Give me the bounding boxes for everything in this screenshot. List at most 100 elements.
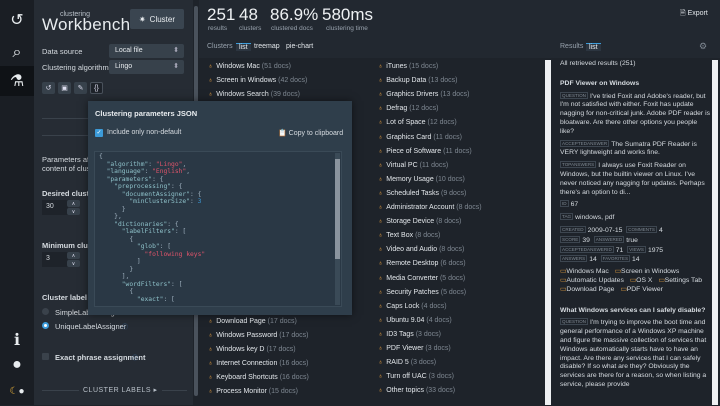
bulb-icon: ♁: [378, 373, 383, 380]
copy-to-clipboard-button[interactable]: 📋 Copy to clipboard: [278, 129, 343, 137]
search-icon[interactable]: ⌕: [0, 38, 34, 68]
increment-button[interactable]: ∧: [67, 252, 80, 259]
file-icon: 🗎: [680, 10, 686, 17]
theme-toggle[interactable]: ☾●: [0, 376, 34, 406]
algorithm-select[interactable]: Lingo: [109, 60, 184, 74]
cluster-item[interactable]: ♁Security Patches (5 docs): [378, 289, 466, 296]
cluster-item[interactable]: ♁Storage Device (8 docs): [378, 218, 461, 225]
stat-clustered-label: clustered docs: [271, 25, 313, 32]
result-cluster-link[interactable]: ▭PDF Viewer: [620, 286, 663, 293]
min-size-input[interactable]: 3: [42, 252, 68, 267]
cluster-item[interactable]: ♁RAID 5 (3 docs): [378, 359, 436, 366]
cluster-item[interactable]: ♁Remote Desktop (6 docs): [378, 260, 466, 267]
bulb-icon: ♁: [378, 148, 383, 155]
clusters-scrollbar[interactable]: [545, 60, 551, 405]
cluster-item[interactable]: ♁Windows Mac (51 docs): [208, 63, 291, 70]
clipboard-icon: 📋: [278, 130, 287, 137]
tab-treemap[interactable]: treemap: [254, 43, 280, 50]
cluster-item[interactable]: ♁Turn off UAC (3 docs): [378, 373, 454, 380]
cluster-item[interactable]: ♁Lot of Space (12 docs): [378, 119, 457, 126]
cluster-item[interactable]: ♁Screen in Windows (42 docs): [208, 77, 307, 84]
cluster-item[interactable]: ♁Scheduled Tasks (9 docs): [378, 190, 466, 197]
cluster-item[interactable]: ♁Graphics Drivers (13 docs): [378, 91, 470, 98]
cluster-item[interactable]: ♁Virtual PC (11 docs): [378, 162, 448, 169]
json-popover: Clustering parameters JSON ✓ Include onl…: [88, 101, 352, 315]
tab-results-list[interactable]: list: [586, 43, 601, 51]
logo-icon[interactable]: ↺: [0, 5, 34, 35]
bulb-icon: ♁: [378, 77, 383, 84]
increment-button[interactable]: ∧: [67, 200, 80, 207]
export-button[interactable]: 🗎 Export: [680, 9, 708, 20]
help-icon[interactable]: ⓘ: [132, 353, 138, 362]
bulb-icon: ✷: [139, 15, 146, 24]
cluster-item[interactable]: ♁Defrag (12 docs): [378, 105, 438, 112]
cluster-item[interactable]: ♁Memory Usage (10 docs): [378, 176, 465, 183]
reset-icon[interactable]: ↺: [42, 82, 55, 94]
bulb-icon: ♁: [378, 359, 383, 366]
bulb-icon: ♁: [378, 345, 383, 352]
non-default-label: Include only non-default: [107, 129, 181, 136]
cluster-item[interactable]: ♁Text Box (8 docs): [378, 232, 440, 239]
cluster-item[interactable]: ♁Internet Connection (16 docs): [208, 360, 309, 367]
cluster-item[interactable]: ♁Administrator Account (8 docs): [378, 204, 482, 211]
result-cluster-link[interactable]: ▭Settings Tab: [658, 277, 702, 284]
json-code-view[interactable]: { "algorithm": "Lingo", "language": "Eng…: [94, 151, 342, 307]
cluster-item[interactable]: ♁PDF Viewer (3 docs): [378, 345, 451, 352]
cluster-item[interactable]: ♁Graphics Card (11 docs): [378, 134, 462, 141]
decrement-button[interactable]: ∨: [67, 260, 80, 267]
cluster-item[interactable]: ♁Windows Search (39 docs): [208, 91, 300, 98]
bulb-icon: ♁: [378, 289, 383, 296]
tab-pie-chart[interactable]: pie-chart: [286, 43, 313, 50]
cluster-labels-section[interactable]: CLUSTER LABELS ▸: [79, 386, 162, 394]
tab-list[interactable]: list: [236, 43, 251, 51]
desired-count-input[interactable]: 30: [42, 200, 68, 215]
cluster-item[interactable]: ♁Piece of Software (11 docs): [378, 148, 472, 155]
bulb-icon: ♁: [208, 318, 213, 325]
bulb-icon: ♁: [378, 232, 383, 239]
radio-unique[interactable]: [42, 322, 49, 329]
result-title[interactable]: PDF Viewer on Windows: [560, 80, 710, 89]
exact-phrase-checkbox[interactable]: [42, 353, 49, 360]
cluster-item[interactable]: ♁Ubuntu 9.04 (4 docs): [378, 317, 452, 324]
json-icon[interactable]: {}: [90, 82, 103, 94]
cluster-item[interactable]: ♁Process Monitor (15 docs): [208, 388, 298, 395]
result-cluster-link[interactable]: ▭OS X: [630, 277, 653, 284]
cluster-item[interactable]: ♁Download Page (17 docs): [208, 318, 297, 325]
cluster-item[interactable]: ♁ID3 Tags (3 docs): [378, 331, 441, 338]
cluster-item[interactable]: ♁Video and Audio (8 docs): [378, 246, 464, 253]
non-default-checkbox[interactable]: ✓: [95, 129, 103, 137]
decrement-button[interactable]: ∨: [67, 208, 80, 215]
icon-bar: ↺ ⌕ ⚗ ℹ ● ☾●: [0, 0, 34, 405]
cluster-item[interactable]: ♁Caps Lock (4 docs): [378, 303, 447, 310]
cluster-item[interactable]: ♁Other topics (33 docs): [378, 387, 455, 394]
cluster-item[interactable]: ♁Backup Data (13 docs): [378, 77, 457, 84]
results-scrollbar[interactable]: [712, 60, 718, 405]
bulb-icon: ♁: [208, 332, 213, 339]
save-icon[interactable]: ▣: [58, 82, 71, 94]
cluster-item[interactable]: ♁Windows key D (17 docs): [208, 346, 296, 353]
help-icon[interactable]: ⓘ: [122, 322, 128, 331]
cluster-item[interactable]: ♁Media Converter (5 docs): [378, 275, 465, 282]
data-source-select[interactable]: Local file: [109, 44, 184, 58]
cluster-item[interactable]: ♁iTunes (15 docs): [378, 63, 438, 70]
bulb-icon: ♁: [208, 91, 213, 98]
result-cluster-link[interactable]: ▭Screen in Windows: [615, 268, 680, 275]
bulb-icon: ♁: [378, 303, 383, 310]
cluster-button[interactable]: ✷Cluster: [130, 9, 184, 29]
bulb-icon: ♁: [378, 63, 383, 70]
results-title: Results: [560, 43, 583, 50]
radio-simple[interactable]: [42, 308, 49, 315]
edit-icon[interactable]: ✎: [74, 82, 87, 94]
cluster-item[interactable]: ♁Keyboard Shortcuts (16 docs): [208, 374, 309, 381]
result-cluster-link[interactable]: ▭Download Page: [560, 286, 614, 293]
bulb-icon: ♁: [378, 91, 383, 98]
gear-icon[interactable]: ⚙: [699, 41, 707, 52]
code-scrollbar[interactable]: [335, 153, 340, 305]
bulb-icon: ♁: [208, 77, 213, 84]
result-cluster-link[interactable]: ▭Windows Mac: [560, 268, 609, 275]
stat-clustered: 86.9%: [270, 5, 318, 25]
result-title[interactable]: What Windows services can I safely disab…: [560, 307, 710, 316]
flask-icon[interactable]: ⚗: [0, 66, 34, 96]
cluster-item[interactable]: ♁Windows Password (17 docs): [208, 332, 308, 339]
result-cluster-link[interactable]: ▭Automatic Updates: [560, 277, 624, 284]
